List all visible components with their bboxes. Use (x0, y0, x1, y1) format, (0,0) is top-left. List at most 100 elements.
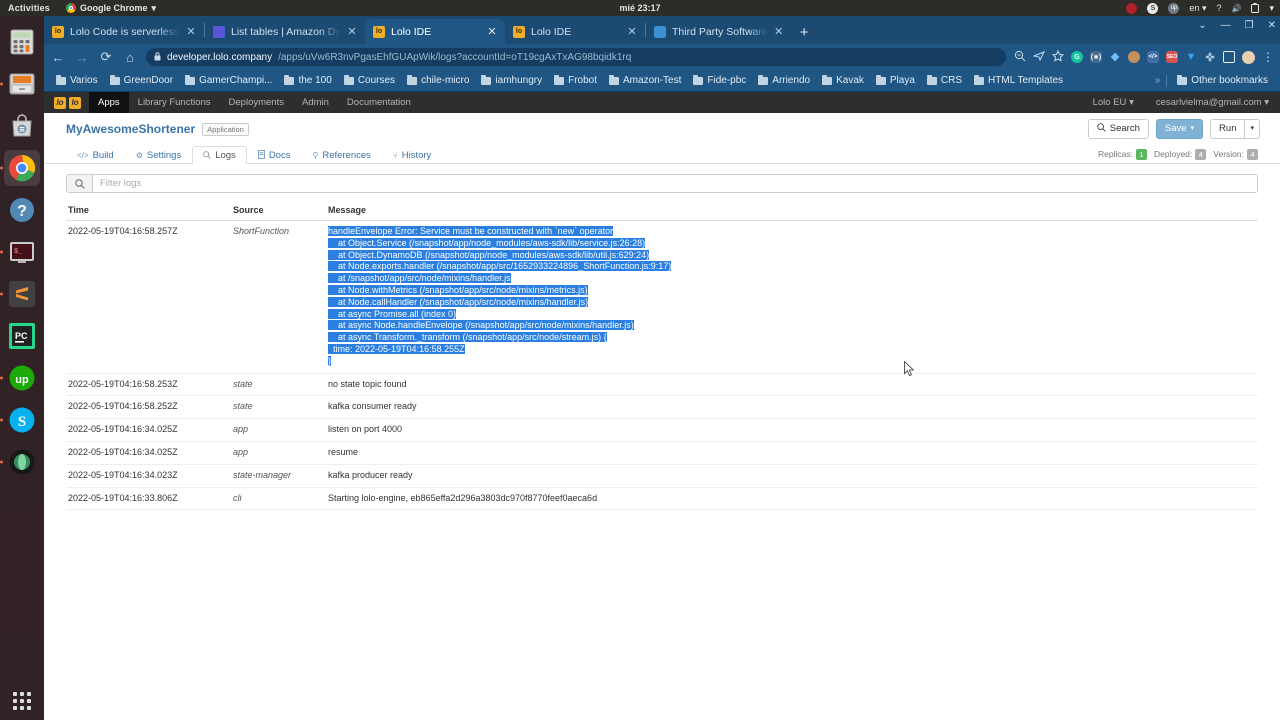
back-button[interactable]: ← (50, 50, 66, 65)
cell-message[interactable]: Starting lolo-engine, eb865effa2d296a380… (326, 487, 1258, 511)
cell-message[interactable]: kafka consumer ready (326, 395, 1258, 420)
region-selector[interactable]: Lolo EU ▾ (1082, 92, 1145, 113)
maximize-button[interactable]: ❐ (1245, 20, 1254, 31)
tab-settings[interactable]: ⚙ Settings (125, 146, 193, 164)
close-window-button[interactable]: ✕ (1268, 20, 1276, 31)
upwork-tray-icon[interactable]: up (1168, 2, 1180, 14)
tab-search-icon[interactable]: ⌄ (1198, 20, 1206, 31)
cell-message[interactable]: listen on port 4000 (326, 418, 1258, 442)
account-menu[interactable]: cesarlvielma@gmail.com ▾ (1145, 92, 1280, 113)
skype-tray-icon[interactable]: S (1147, 2, 1159, 14)
cell-message[interactable]: handleEnvelope Error: Service must be co… (326, 220, 1258, 374)
dock-item-ubuntu-software[interactable] (4, 108, 40, 144)
close-icon[interactable]: ✕ (487, 25, 497, 38)
close-icon[interactable]: ✕ (627, 25, 637, 38)
dock-item-skype[interactable]: S (0, 402, 40, 438)
nav-item-library-functions[interactable]: Library Functions (129, 92, 220, 113)
cell-message[interactable]: no state topic found (326, 373, 1258, 397)
table-row[interactable]: 2022-05-19T04:16:58.252Z state kafka consu… (66, 395, 1258, 420)
seo-extension-icon[interactable]: SEO (1166, 51, 1178, 63)
close-icon[interactable]: ✕ (347, 25, 357, 38)
show-applications-button[interactable] (0, 692, 44, 710)
star-icon[interactable] (1051, 49, 1065, 65)
browser-tab-5[interactable]: Third Party Software ✕ (646, 19, 792, 44)
nav-item-deployments[interactable]: Deployments (220, 92, 293, 113)
run-dropdown-button[interactable]: ▾ (1245, 119, 1260, 139)
forward-button[interactable]: → (74, 50, 90, 65)
bookmark-the-100[interactable]: the 100 (280, 73, 335, 88)
activities-button[interactable]: Activities (8, 3, 50, 13)
chrome-menu-button[interactable]: ⋮ (1262, 50, 1274, 64)
colorzilla-extension-icon[interactable]: ❖ (1109, 51, 1121, 64)
table-row[interactable]: 2022-05-19T04:16:58.257Z ShortFunction han… (66, 220, 1258, 374)
column-header-source[interactable]: Source (231, 201, 326, 221)
dock-item-help[interactable]: ? (4, 192, 40, 228)
tab-references[interactable]: ⚲ References (301, 146, 381, 164)
reload-button[interactable]: ⟳ (98, 49, 114, 65)
bookmark-iamhungry[interactable]: iamhungry (477, 73, 546, 88)
page-title[interactable]: MyAwesomeShortener (66, 122, 195, 136)
language-indicator[interactable]: en ▾ (1189, 3, 1206, 14)
dock-item-terminal[interactable]: $_ (0, 234, 40, 270)
help-icon[interactable]: ? (1216, 3, 1221, 13)
filter-logs-box[interactable] (66, 174, 1258, 193)
table-row[interactable]: 2022-05-19T04:16:34.023Z state-manager kaf… (66, 464, 1258, 488)
search-button[interactable]: Search (1087, 118, 1149, 140)
bookmark-amazon-test[interactable]: Amazon-Test (605, 73, 685, 88)
share-icon[interactable] (1032, 50, 1046, 65)
clock[interactable]: mié 23:17 (0, 3, 1280, 13)
active-app-menu[interactable]: Google Chrome ▾ (66, 3, 156, 14)
close-icon[interactable]: ✕ (186, 25, 196, 38)
search-minus-icon[interactable] (1014, 50, 1026, 65)
dock-item-sublime-text[interactable] (0, 276, 40, 312)
tab-history[interactable]: ⑂ History (382, 146, 442, 164)
dock-item-pycharm[interactable]: PC (4, 318, 40, 354)
bookmark-kavak[interactable]: Kavak (818, 73, 868, 88)
rss-extension-icon[interactable]: (∗) (1090, 51, 1102, 63)
table-row[interactable]: 2022-05-19T04:16:33.806Z cli Starting lolo… (66, 487, 1258, 511)
cell-message[interactable]: kafka producer ready (326, 464, 1258, 488)
cell-message[interactable]: resume (326, 441, 1258, 465)
table-row[interactable]: 2022-05-19T04:16:34.025Z app listen on por… (66, 418, 1258, 442)
browser-tab-1[interactable]: lo Lolo Code is serverless, ev ✕ (44, 19, 204, 44)
new-tab-button[interactable]: + (800, 25, 809, 40)
wappalyzer-extension-icon[interactable] (1128, 51, 1140, 63)
column-header-message[interactable]: Message (326, 201, 1258, 221)
dock-item-opera[interactable] (0, 444, 40, 480)
dock-item-files[interactable] (0, 66, 40, 102)
tab-logs[interactable]: Logs (192, 146, 247, 164)
bookmark-fide-pbc[interactable]: Fide-pbc (689, 73, 750, 88)
nav-item-documentation[interactable]: Documentation (338, 92, 420, 113)
bookmark-gamerchampi[interactable]: GamerChampi... (181, 73, 276, 88)
vimeo-extension-icon[interactable]: ▼ (1185, 51, 1197, 63)
column-header-time[interactable]: Time (66, 201, 231, 221)
tab-build[interactable]: </> Build (66, 146, 125, 164)
dock-item-upwork[interactable]: up (0, 360, 40, 396)
bookmarks-overflow-icon[interactable]: » (1155, 75, 1161, 86)
close-icon[interactable]: ✕ (774, 25, 784, 38)
puzzle-extension-icon[interactable]: ✜ (1204, 51, 1216, 64)
table-row[interactable]: 2022-05-19T04:16:58.253Z state no state to… (66, 373, 1258, 397)
bookmark-chile-micro[interactable]: chile-micro (403, 73, 473, 88)
volume-icon[interactable]: 🔊 (1232, 4, 1242, 13)
nav-item-admin[interactable]: Admin (293, 92, 338, 113)
dock-item-google-chrome[interactable] (0, 150, 40, 186)
system-menu-caret-icon[interactable]: ▾ (1269, 3, 1274, 14)
bookmark-html-templates[interactable]: HTML Templates (970, 73, 1067, 88)
nav-item-apps[interactable]: Apps (89, 92, 129, 113)
browser-tab-3[interactable]: lo Lolo IDE ✕ (365, 19, 505, 44)
dock-item-calculator[interactable] (4, 24, 40, 60)
code-extension-icon[interactable]: </> (1147, 51, 1159, 63)
grammarly-extension-icon[interactable]: G (1071, 51, 1083, 63)
browser-tab-2[interactable]: List tables | Amazon Dyna ✕ (205, 19, 365, 44)
lolo-logo[interactable]: lo lo (44, 96, 89, 109)
home-button[interactable]: ⌂ (122, 50, 138, 65)
bookmark-courses[interactable]: Courses (340, 73, 399, 88)
address-bar[interactable]: developer.lolo.company/apps/uVw6R3nvPgas… (146, 48, 1006, 66)
bookmark-arriendo[interactable]: Arriendo (754, 73, 814, 88)
save-button[interactable]: Save ▾ (1155, 119, 1204, 139)
bookmark-other-bookmarks[interactable]: Other bookmarks (1173, 73, 1272, 88)
window-extension-icon[interactable] (1223, 51, 1235, 63)
browser-tab-4[interactable]: lo Lolo IDE ✕ (505, 19, 645, 44)
filter-logs-input[interactable] (93, 175, 1257, 192)
